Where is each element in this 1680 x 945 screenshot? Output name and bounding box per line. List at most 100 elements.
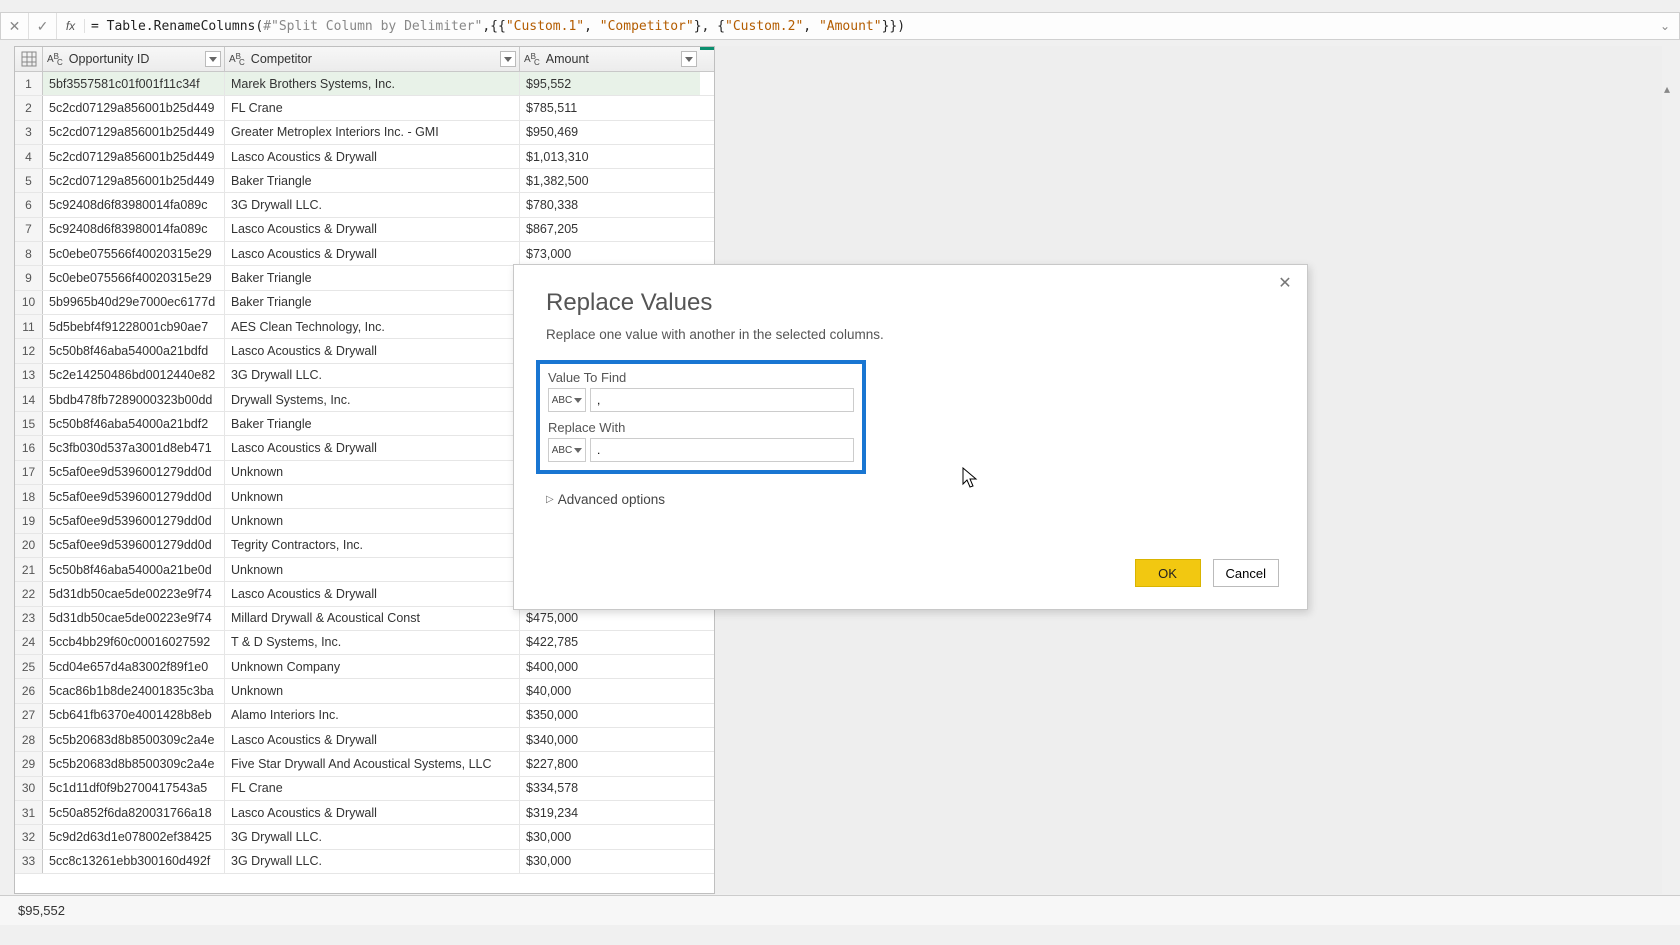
cell-competitor[interactable]: Lasco Acoustics & Drywall [225,728,520,751]
table-row[interactable]: 45c2cd07129a856001b25d449Lasco Acoustics… [15,145,714,169]
table-row[interactable]: 35c2cd07129a856001b25d449Greater Metropl… [15,121,714,145]
column-filter-button[interactable] [681,51,697,67]
row-number[interactable]: 28 [15,728,43,751]
cell-opportunity[interactable]: 5c50b8f46aba54000a21be0d [43,558,225,581]
cell-competitor[interactable]: Baker Triangle [225,266,520,289]
row-number[interactable]: 9 [15,266,43,289]
table-row[interactable]: 275cb641fb6370e4001428b8ebAlamo Interior… [15,704,714,728]
cell-opportunity[interactable]: 5c2cd07129a856001b25d449 [43,145,225,168]
value-to-find-input[interactable] [590,388,854,412]
select-all-corner[interactable] [15,47,43,71]
row-number[interactable]: 19 [15,509,43,532]
table-row[interactable]: 325c9d2d63d1e078002ef384253G Drywall LLC… [15,825,714,849]
cell-opportunity[interactable]: 5c9d2d63d1e078002ef38425 [43,825,225,848]
row-number[interactable]: 18 [15,485,43,508]
cell-competitor[interactable]: Greater Metroplex Interiors Inc. - GMI [225,121,520,144]
replace-with-input[interactable] [590,438,854,462]
vertical-scrollbar[interactable]: ▴ ▾ [1658,80,1678,915]
row-number[interactable]: 3 [15,121,43,144]
table-row[interactable]: 315c50a852f6da820031766a18Lasco Acoustic… [15,801,714,825]
formula-expand-button[interactable]: ⌄ [1651,19,1679,33]
cell-amount[interactable]: $95,552 [520,72,700,95]
cell-opportunity[interactable]: 5c1d11df0f9b2700417543a5 [43,777,225,800]
cell-competitor[interactable]: Marek Brothers Systems, Inc. [225,72,520,95]
cell-competitor[interactable]: T & D Systems, Inc. [225,631,520,654]
cell-opportunity[interactable]: 5c0ebe075566f40020315e29 [43,266,225,289]
cell-competitor[interactable]: 3G Drywall LLC. [225,193,520,216]
table-row[interactable]: 235d31db50cae5de00223e9f74Millard Drywal… [15,607,714,631]
row-number[interactable]: 30 [15,777,43,800]
cell-opportunity[interactable]: 5ccb4bb29f60c00016027592 [43,631,225,654]
cell-amount[interactable]: $950,469 [520,121,700,144]
cell-amount[interactable]: $340,000 [520,728,700,751]
row-number[interactable]: 15 [15,412,43,435]
row-number[interactable]: 17 [15,461,43,484]
cell-amount[interactable]: $350,000 [520,704,700,727]
row-number[interactable]: 29 [15,752,43,775]
cell-competitor[interactable]: Lasco Acoustics & Drywall [225,145,520,168]
cell-opportunity[interactable]: 5c2cd07129a856001b25d449 [43,121,225,144]
row-number[interactable]: 2 [15,96,43,119]
row-number[interactable]: 25 [15,655,43,678]
table-row[interactable]: 85c0ebe075566f40020315e29Lasco Acoustics… [15,242,714,266]
cell-competitor[interactable]: Unknown [225,558,520,581]
cell-opportunity[interactable]: 5c5af0ee9d5396001279dd0d [43,509,225,532]
cell-amount[interactable]: $867,205 [520,218,700,241]
cell-competitor[interactable]: Baker Triangle [225,412,520,435]
table-row[interactable]: 65c92408d6f83980014fa089c3G Drywall LLC.… [15,193,714,217]
cell-amount[interactable]: $40,000 [520,679,700,702]
cell-opportunity[interactable]: 5b9965b40d29e7000ec6177d [43,291,225,314]
cell-opportunity[interactable]: 5d5bebf4f91228001cb90ae7 [43,315,225,338]
cell-amount[interactable]: $475,000 [520,607,700,630]
cell-amount[interactable]: $30,000 [520,825,700,848]
cell-amount[interactable]: $73,000 [520,242,700,265]
column-header-opportunity[interactable]: ABC Opportunity ID [43,47,225,71]
cell-competitor[interactable]: Lasco Acoustics & Drywall [225,242,520,265]
row-number[interactable]: 27 [15,704,43,727]
cell-competitor[interactable]: Lasco Acoustics & Drywall [225,801,520,824]
column-header-competitor[interactable]: ABC Competitor [225,47,520,71]
cell-competitor[interactable]: Drywall Systems, Inc. [225,388,520,411]
cell-competitor[interactable]: Millard Drywall & Acoustical Const [225,607,520,630]
row-number[interactable]: 23 [15,607,43,630]
column-header-amount[interactable]: ABC Amount [520,47,700,71]
row-number[interactable]: 6 [15,193,43,216]
cell-opportunity[interactable]: 5c3fb030d537a3001d8eb471 [43,436,225,459]
table-row[interactable]: 285c5b20683d8b8500309c2a4eLasco Acoustic… [15,728,714,752]
row-number[interactable]: 13 [15,364,43,387]
cell-competitor[interactable]: Unknown [225,679,520,702]
cell-opportunity[interactable]: 5c5af0ee9d5396001279dd0d [43,485,225,508]
cell-opportunity[interactable]: 5bdb478fb7289000323b00dd [43,388,225,411]
cell-competitor[interactable]: Unknown [225,485,520,508]
cell-opportunity[interactable]: 5cb641fb6370e4001428b8eb [43,704,225,727]
cell-opportunity[interactable]: 5c0ebe075566f40020315e29 [43,242,225,265]
row-number[interactable]: 5 [15,169,43,192]
row-number[interactable]: 26 [15,679,43,702]
row-number[interactable]: 21 [15,558,43,581]
cell-opportunity[interactable]: 5c50a852f6da820031766a18 [43,801,225,824]
table-row[interactable]: 245ccb4bb29f60c00016027592T & D Systems,… [15,631,714,655]
cell-amount[interactable]: $30,000 [520,850,700,873]
find-type-picker[interactable]: ABC [548,388,586,412]
table-row[interactable]: 255cd04e657d4a83002f89f1e0Unknown Compan… [15,655,714,679]
cell-competitor[interactable]: Five Star Drywall And Acoustical Systems… [225,752,520,775]
cell-competitor[interactable]: FL Crane [225,96,520,119]
table-row[interactable]: 265cac86b1b8de24001835c3baUnknown$40,000 [15,679,714,703]
cell-competitor[interactable]: Lasco Acoustics & Drywall [225,582,520,605]
cell-opportunity[interactable]: 5c92408d6f83980014fa089c [43,218,225,241]
replace-type-picker[interactable]: ABC [548,438,586,462]
cell-opportunity[interactable]: 5c2cd07129a856001b25d449 [43,96,225,119]
cell-competitor[interactable]: Unknown Company [225,655,520,678]
cell-opportunity[interactable]: 5d31db50cae5de00223e9f74 [43,607,225,630]
cell-competitor[interactable]: Lasco Acoustics & Drywall [225,339,520,362]
cell-competitor[interactable]: 3G Drywall LLC. [225,850,520,873]
cell-opportunity[interactable]: 5c5b20683d8b8500309c2a4e [43,728,225,751]
cell-competitor[interactable]: Lasco Acoustics & Drywall [225,218,520,241]
cell-amount[interactable]: $780,338 [520,193,700,216]
table-row[interactable]: 295c5b20683d8b8500309c2a4eFive Star Dryw… [15,752,714,776]
table-row[interactable]: 335cc8c13261ebb300160d492f3G Drywall LLC… [15,850,714,874]
cell-amount[interactable]: $334,578 [520,777,700,800]
cell-competitor[interactable]: 3G Drywall LLC. [225,364,520,387]
row-number[interactable]: 33 [15,850,43,873]
row-number[interactable]: 1 [15,72,43,95]
